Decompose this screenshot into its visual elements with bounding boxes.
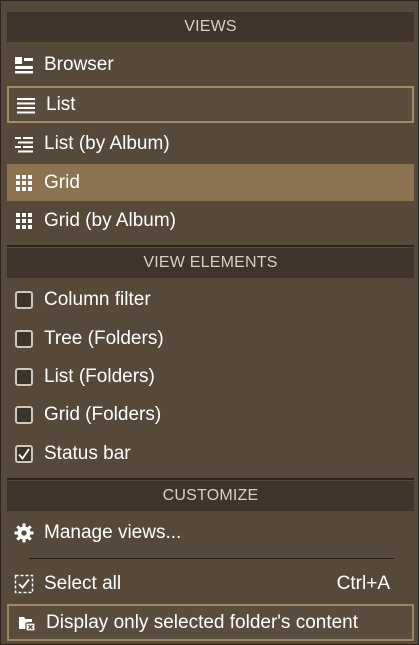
checkbox-unchecked-icon: [15, 405, 33, 424]
separator: [7, 478, 414, 480]
menu-item-column-filter[interactable]: Column filter: [7, 281, 414, 318]
menu-item-label: Column filter: [44, 288, 151, 310]
checkbox[interactable]: [13, 328, 35, 350]
view-elements-header-label: VIEW ELEMENTS: [143, 254, 278, 271]
menu-item-label: Select all: [44, 572, 122, 594]
folder-filter-icon: [15, 612, 37, 634]
menu-item-label: Browser: [44, 53, 114, 75]
grid-icon: [13, 210, 35, 232]
view-elements-section-header: VIEW ELEMENTS: [7, 248, 414, 278]
checkbox[interactable]: [13, 289, 35, 311]
shortcut-label: Ctrl+A: [336, 572, 390, 594]
menu-item-browser[interactable]: Browser: [7, 46, 414, 83]
views-header-label: VIEWS: [184, 18, 237, 35]
menu-item-label: Manage views...: [44, 521, 182, 543]
menu-item-label: Status bar: [44, 442, 131, 464]
menu-item-tree-folders[interactable]: Tree (Folders): [7, 320, 414, 357]
menu-item-label: Grid (by Album): [44, 209, 176, 231]
menu-item-select-all[interactable]: Select all Ctrl+A: [7, 565, 414, 602]
menu-item-label: Grid (Folders): [44, 403, 162, 425]
menu-item-label: List (Folders): [44, 365, 155, 387]
menu-item-label: Grid: [44, 171, 80, 193]
list-grouped-icon: [13, 133, 35, 155]
views-section-header: VIEWS: [7, 12, 414, 42]
view-menu: VIEWS Browser List List (by Album) Grid …: [0, 0, 419, 645]
menu-item-label: List: [46, 93, 76, 115]
browser-layout-icon: [13, 54, 35, 76]
checkbox-unchecked-icon: [15, 367, 33, 386]
menu-item-list-by-album[interactable]: List (by Album): [7, 125, 414, 162]
checkbox[interactable]: [13, 366, 35, 388]
menu-item-grid-by-album[interactable]: Grid (by Album): [7, 202, 414, 239]
customize-header-label: CUSTOMIZE: [162, 487, 259, 504]
menu-item-manage-views[interactable]: Manage views...: [7, 514, 414, 551]
menu-item-status-bar[interactable]: Status bar: [7, 435, 414, 472]
customize-section-header: CUSTOMIZE: [7, 481, 414, 511]
separator: [29, 558, 394, 559]
menu-item-grid[interactable]: Grid: [7, 164, 414, 201]
list-icon: [15, 94, 37, 116]
gear-icon: [13, 522, 35, 544]
separator: [7, 245, 414, 247]
menu-item-label: Display only selected folder's content: [46, 611, 359, 633]
menu-item-list[interactable]: List: [7, 86, 414, 123]
menu-item-list-folders[interactable]: List (Folders): [7, 358, 414, 395]
checkbox-unchecked-icon: [15, 290, 33, 309]
checkbox-unchecked-icon: [15, 329, 33, 348]
grid-icon: [13, 172, 35, 194]
checkbox[interactable]: [13, 404, 35, 426]
menu-item-label: Tree (Folders): [44, 327, 164, 349]
menu-item-grid-folders[interactable]: Grid (Folders): [7, 396, 414, 433]
checkbox[interactable]: [13, 443, 35, 465]
checkbox-checked-icon: [15, 444, 33, 463]
menu-item-display-selected-folder[interactable]: Display only selected folder's content: [7, 604, 414, 641]
menu-item-label: List (by Album): [44, 132, 170, 154]
select-all-icon: [13, 573, 35, 595]
